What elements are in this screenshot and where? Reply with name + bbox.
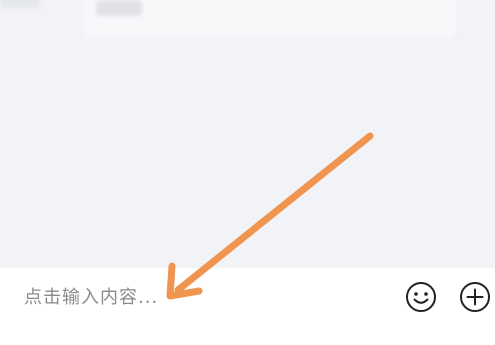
more-actions-button[interactable]: [458, 280, 492, 314]
plus-circle-icon: [460, 282, 490, 312]
blurred-avatar: [0, 0, 40, 8]
message-input[interactable]: [24, 282, 364, 312]
blurred-message-text: [96, 0, 142, 16]
chat-input-bar: [0, 268, 495, 345]
emoji-button[interactable]: [404, 280, 438, 314]
smiley-face-icon: [406, 282, 436, 312]
chat-screen: [0, 0, 495, 345]
